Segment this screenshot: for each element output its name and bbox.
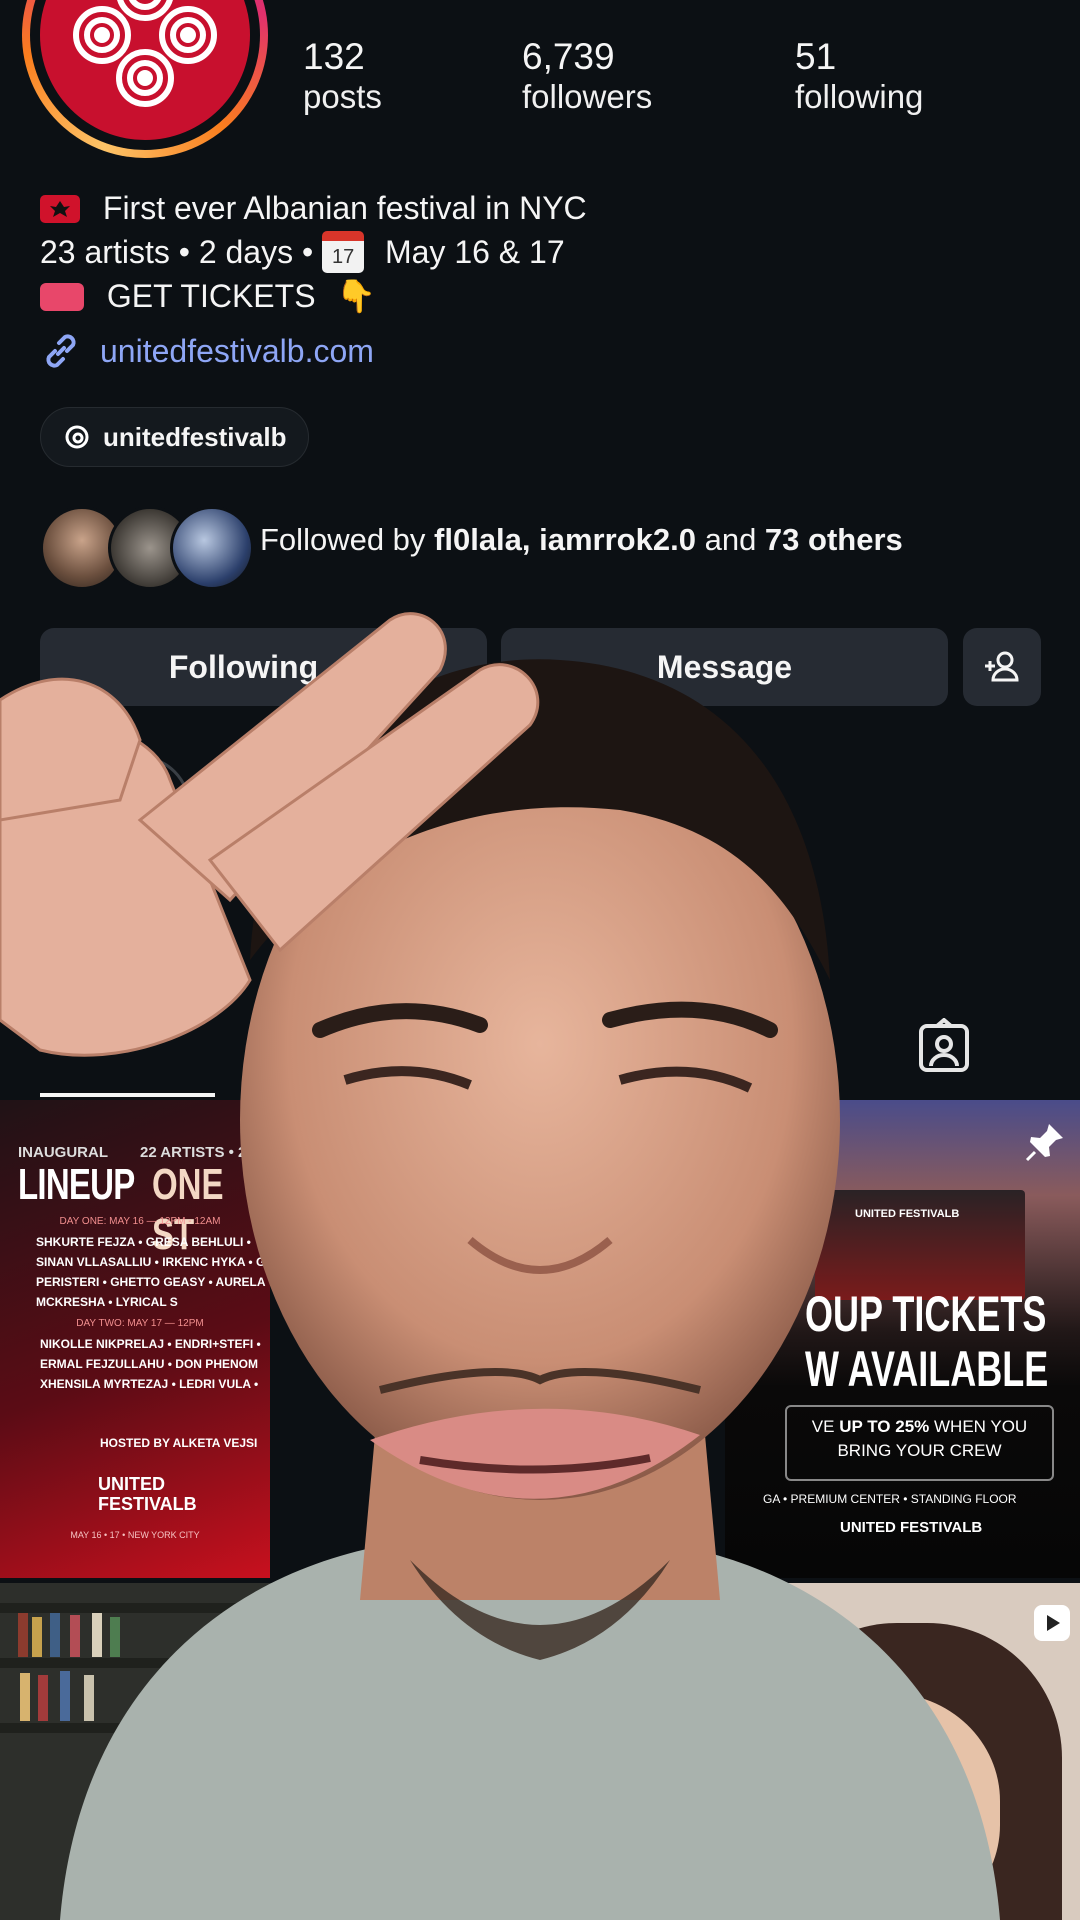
bio-text-2b: May 16 & 17 <box>384 234 565 270</box>
followers-label: followers <box>522 78 653 115</box>
bio-text-3: GET TICKETS <box>106 278 316 314</box>
festival-logo-icon <box>73 0 217 107</box>
following-label: following <box>795 78 924 115</box>
website-url: unitedfestivalb.com <box>100 332 374 369</box>
website-link[interactable]: unitedfestivalb.com <box>40 330 374 372</box>
pointing-down-icon: 👇 <box>336 278 377 314</box>
followed-by-and: and <box>695 522 765 557</box>
albania-flag-icon <box>40 195 80 223</box>
followed-by-text[interactable]: Followed by fl0lala, iamrrok2.0 and 73 o… <box>260 522 903 558</box>
followed-by-prefix: Followed by <box>260 522 435 557</box>
calendar-day: 17 <box>331 246 355 268</box>
calendar-icon: 17 <box>322 231 365 273</box>
creator-overlay <box>0 612 1000 1920</box>
following-count: 51 <box>795 36 837 77</box>
bio-line-2: 23 artists • 2 days • 17 May 16 & 17 <box>40 230 565 274</box>
follower-avatar-3[interactable] <box>170 506 254 590</box>
threads-icon <box>65 425 89 449</box>
followed-by-names: fl0lala, iamrrok2.0 <box>434 522 696 557</box>
stat-followers[interactable]: 6,739 followers <box>522 36 652 116</box>
bio-line-1: First ever Albanian festival in NYC <box>40 186 587 230</box>
posts-label: posts <box>303 78 382 115</box>
bio-text-1: First ever Albanian festival in NYC <box>102 190 587 226</box>
link-icon <box>46 334 76 368</box>
bio-line-3: GET TICKETS 👇 <box>40 274 376 318</box>
stat-following[interactable]: 51 following <box>795 36 923 116</box>
followed-by-others: 73 others <box>764 522 903 557</box>
threads-badge[interactable]: unitedfestivalb <box>40 407 310 467</box>
stat-posts[interactable]: 132 posts <box>303 36 382 116</box>
threads-handle: unitedfestivalb <box>103 421 287 452</box>
followers-count: 6,739 <box>522 36 615 77</box>
bio-text-2a: 23 artists • 2 days • <box>40 234 314 270</box>
posts-count: 132 <box>303 36 365 77</box>
ticket-icon <box>40 283 84 311</box>
